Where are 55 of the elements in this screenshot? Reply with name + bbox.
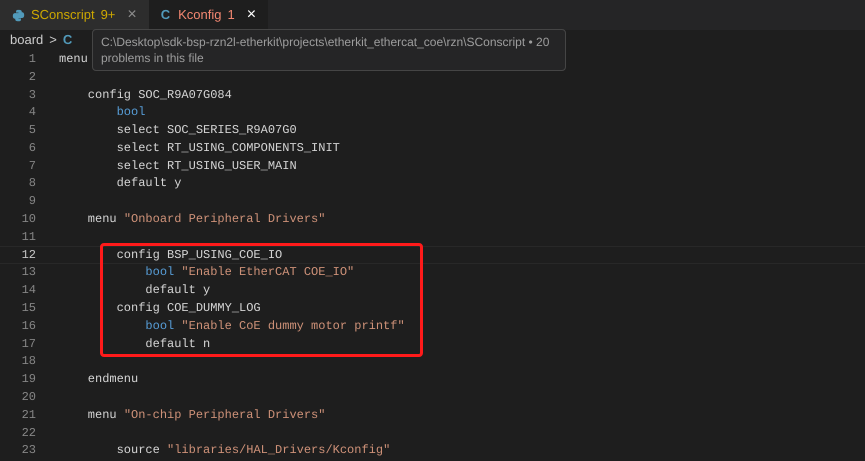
code-line: default n [144, 336, 210, 353]
close-icon[interactable]: × [246, 3, 256, 27]
line-number: 22 [20, 424, 36, 442]
line-number: 18 [20, 353, 36, 370]
line-number: 12 [20, 246, 36, 264]
problem-count: 1 [228, 6, 235, 24]
line-number: 8 [28, 175, 36, 192]
code-line: source "libraries/HAL_Drivers/Kconfig" [116, 442, 390, 460]
line-number: 15 [20, 300, 36, 318]
line-number: 17 [20, 336, 36, 353]
line-number: 7 [28, 158, 36, 175]
line-number: 9 [28, 193, 36, 210]
breadcrumb-folder[interactable]: board [10, 30, 44, 50]
code-line: config BSP_USING_COE_IO [116, 246, 282, 264]
line-number: 16 [20, 318, 36, 335]
line-number: 4 [28, 104, 36, 122]
tooltip-path: C:\Desktop\sdk-bsp-rzn2l-etherkit\projects\etherkit_ethercat_coe\rzn\SConscript • 20 [101, 34, 550, 50]
editor-tab[interactable]: C Kconfig 1 × [148, 0, 268, 30]
file-type-icon: C [62, 30, 72, 50]
code-line: bool "Enable CoE dummy motor printf" [144, 318, 405, 335]
line-number: 14 [20, 282, 36, 300]
code-line: default y [116, 175, 182, 192]
line-number: 3 [28, 86, 36, 104]
tab-label: SConscript [31, 6, 95, 24]
code-line: bool [116, 104, 146, 122]
code-line: menu [59, 50, 88, 68]
line-number: 19 [20, 371, 36, 388]
line-number: 2 [28, 68, 36, 86]
line-number: 1 [28, 50, 36, 68]
code-line: config COE_DUMMY_LOG [116, 300, 261, 318]
code-line: menu "Onboard Peripheral Drivers" [86, 211, 326, 228]
code-line: select SOC_SERIES_R9A07G0 [116, 122, 297, 140]
code-line: bool "Enable EtherCAT COE_IO" [144, 264, 354, 282]
line-number: 5 [28, 122, 36, 140]
editor-tab[interactable]: SConscript 9+ × [0, 0, 149, 30]
python-icon [12, 8, 25, 22]
code-line: endmenu [86, 371, 138, 388]
tooltip-detail: problems in this file [101, 50, 205, 66]
line-number: 23 [20, 442, 36, 460]
code-line: config SOC_R9A07G084 [86, 86, 232, 104]
line-number: 21 [20, 406, 36, 424]
line-number: 11 [20, 228, 36, 246]
problem-count: 9+ [100, 6, 116, 24]
line-number: 10 [20, 211, 36, 228]
code-line: menu "On-chip Peripheral Drivers" [86, 406, 326, 424]
line-number: 13 [20, 264, 36, 282]
code-line: select RT_USING_USER_MAIN [116, 158, 297, 175]
tab-label: Kconfig [178, 6, 222, 24]
close-icon[interactable]: × [127, 3, 137, 27]
breadcrumb-separator: > [49, 31, 57, 50]
line-number: 20 [20, 389, 36, 406]
code-line: default y [144, 282, 210, 300]
line-number: 6 [28, 140, 36, 157]
file-type-icon: C [160, 5, 170, 25]
code-line: select RT_USING_COMPONENTS_INIT [116, 140, 340, 157]
